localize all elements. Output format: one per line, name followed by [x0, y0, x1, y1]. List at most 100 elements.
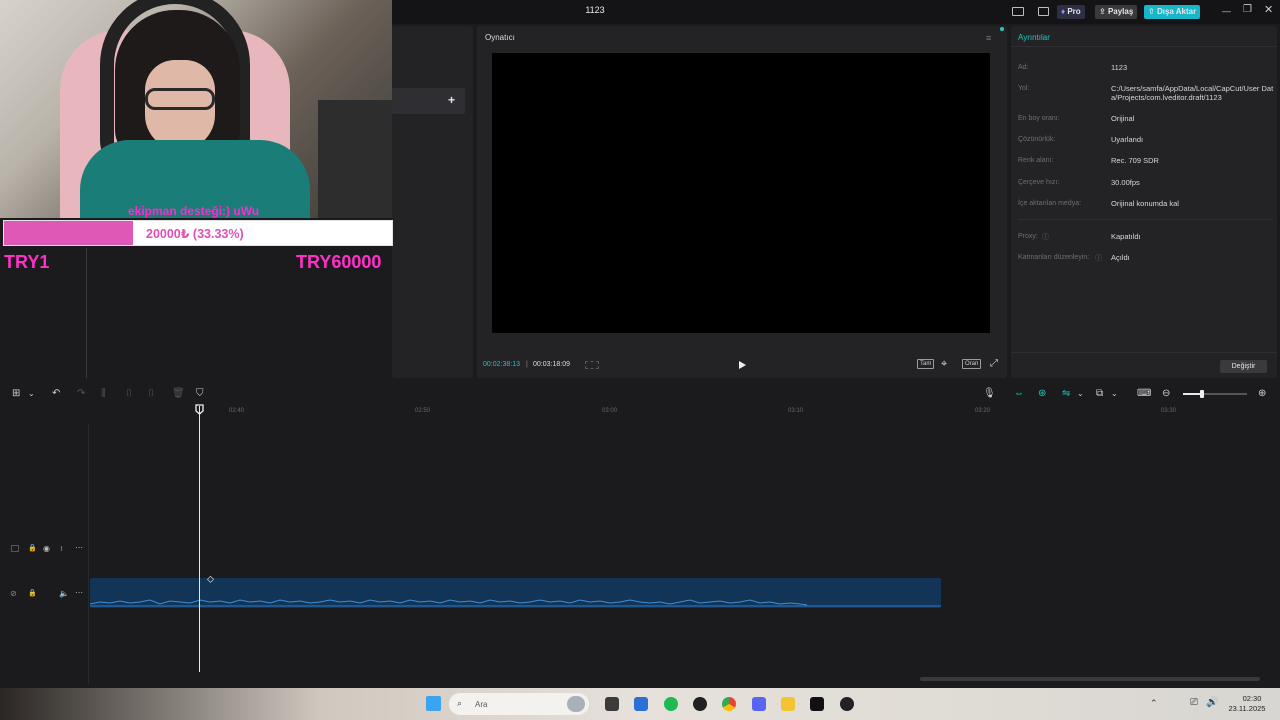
linkage-icon[interactable]: ⇋: [1062, 388, 1070, 399]
speaker-icon[interactable]: 🔈: [59, 589, 69, 598]
export-button[interactable]: ⇧ Dışa Aktar: [1144, 5, 1201, 19]
task-view-icon[interactable]: [605, 697, 619, 711]
layout-grid-icon[interactable]: ⊞: [12, 388, 20, 399]
ruler-tick: 03:00: [602, 408, 618, 414]
donation-goal-text: 20000₺ (33.33%): [146, 227, 244, 241]
detail-value-colorspace: Rec. 709 SDR: [1111, 156, 1159, 165]
zoom-out-icon[interactable]: ⊖: [1162, 388, 1170, 399]
zoom-slider-handle[interactable]: [1200, 390, 1204, 398]
timeline-scrollbar[interactable]: [920, 677, 1260, 681]
focus-icon[interactable]: ⌖: [941, 358, 947, 371]
split-left-icon: ⌷: [126, 388, 132, 399]
detail-label-name: Ad:: [1018, 64, 1029, 71]
shortcut-icon[interactable]: [1038, 7, 1049, 16]
layout-icon[interactable]: [1012, 7, 1024, 16]
lock-icon[interactable]: 🔒: [28, 544, 37, 552]
status-dot-icon: [1000, 27, 1004, 31]
audio-wave-icon[interactable]: ≀: [60, 544, 63, 553]
auto-snap-icon[interactable]: ⊛: [1038, 388, 1046, 399]
maximize-icon[interactable]: ❐: [1243, 4, 1252, 15]
preview-axis-icon[interactable]: ⧉: [1096, 388, 1103, 399]
detail-value-layers[interactable]: Açıldı: [1111, 253, 1276, 262]
detail-label-proxy: Proxy:: [1018, 233, 1038, 240]
redo-icon: ↷: [77, 388, 86, 399]
lock-icon[interactable]: 🔒: [28, 589, 37, 597]
audio-waveform: [89, 599, 941, 607]
chevron-down-icon[interactable]: ⌄: [1111, 389, 1118, 398]
close-icon[interactable]: ✕: [1264, 3, 1273, 16]
pro-button[interactable]: ♦ Pro: [1057, 5, 1085, 19]
current-timecode: 00:02:38:13: [483, 361, 520, 368]
media-player-icon[interactable]: [840, 697, 854, 711]
more-icon[interactable]: ⋯: [75, 543, 83, 552]
info-icon[interactable]: ⓘ: [1095, 253, 1102, 263]
media-panel: [392, 26, 473, 378]
caption-icon[interactable]: ⌨: [1137, 388, 1151, 399]
spotify-icon[interactable]: [664, 697, 678, 711]
discord-icon[interactable]: [752, 697, 766, 711]
ratio-button[interactable]: Oran: [962, 359, 982, 369]
menu-icon[interactable]: ≡: [986, 33, 991, 43]
detail-label-aspect: En boy oranı:: [1018, 115, 1060, 122]
donation-goal-min: TRY1: [4, 252, 50, 272]
capcut-icon[interactable]: [810, 697, 824, 711]
chevron-down-icon[interactable]: ⌄: [28, 389, 35, 398]
video-preview[interactable]: [492, 53, 990, 333]
playhead[interactable]: [199, 406, 200, 672]
ruler-tick: 02:40: [229, 408, 245, 414]
cover-icon[interactable]: [11, 545, 19, 552]
more-icon[interactable]: ⋯: [75, 588, 83, 597]
grid-icon[interactable]: [585, 361, 599, 369]
glasses-shape: [145, 88, 215, 110]
plus-icon[interactable]: +: [448, 93, 455, 107]
detail-label-layers: Katmanları düzenleyin:: [1018, 254, 1090, 261]
play-icon[interactable]: [736, 359, 748, 371]
marker-icon[interactable]: ⛉: [196, 388, 204, 399]
detail-label-colorspace: Renk alanı:: [1018, 157, 1054, 164]
microphone-icon[interactable]: 🎙: [983, 388, 996, 399]
share-button[interactable]: ⇪ Paylaş: [1095, 5, 1138, 19]
volume-icon[interactable]: 🔊: [1206, 697, 1218, 708]
undo-icon[interactable]: ↶: [52, 388, 60, 399]
donation-goal-fill: [4, 221, 133, 245]
minimize-icon[interactable]: —: [1222, 6, 1231, 16]
detail-value-proxy[interactable]: Kapatıldı: [1111, 232, 1276, 241]
zoom-slider[interactable]: [1183, 393, 1247, 395]
cursor-move-icon: ⬦: [207, 574, 214, 585]
start-icon[interactable]: [426, 696, 441, 711]
export-icon: ⇧: [1148, 7, 1155, 16]
window-title: 1123: [585, 5, 605, 15]
timecode-separator: |: [526, 361, 528, 368]
donation-goal-max: TRY60000: [296, 252, 382, 272]
app-icon[interactable]: [693, 697, 707, 711]
detail-value-name: 1123: [1111, 63, 1128, 72]
network-icon[interactable]: ⎚: [1190, 697, 1198, 708]
fullscreen-quality-button[interactable]: Tam: [917, 359, 935, 369]
change-button[interactable]: Değiştir: [1220, 360, 1267, 373]
share-icon: ⇪: [1099, 7, 1106, 16]
playhead-handle[interactable]: [195, 404, 204, 415]
expand-icon[interactable]: ⤢: [990, 358, 998, 369]
ruler-tick: 03:30: [1161, 408, 1177, 414]
zoom-in-icon[interactable]: ⊕: [1258, 388, 1266, 399]
eye-icon[interactable]: ◉: [43, 544, 50, 553]
details-section-divider: [1018, 219, 1273, 220]
taskbar-time[interactable]: 02:30: [1232, 694, 1272, 703]
detail-value-path: C:/Users/samfa/AppData/Local/CapCut/User…: [1111, 84, 1274, 102]
overlay-divider: [86, 248, 87, 378]
audio-clip[interactable]: [89, 578, 941, 608]
chevron-down-icon[interactable]: ⌄: [1077, 389, 1084, 398]
chevron-up-icon[interactable]: ⌃: [1150, 698, 1158, 709]
detail-label-path: Yol:: [1018, 85, 1030, 92]
taskbar-date[interactable]: 23.11.2025: [1222, 704, 1272, 713]
timeline-ruler[interactable]: [90, 404, 1280, 418]
timeline-tracks[interactable]: [0, 418, 1280, 683]
chrome-icon[interactable]: [722, 697, 736, 711]
details-tab[interactable]: Ayrıntılar: [1018, 33, 1050, 42]
main-track-magnet-icon[interactable]: ⇔: [1014, 388, 1024, 399]
file-explorer-icon[interactable]: [781, 697, 795, 711]
detail-value-resolution: Uyarlandı: [1111, 135, 1144, 144]
store-icon[interactable]: [634, 697, 648, 711]
player-title: Oynatıcı: [485, 33, 515, 42]
info-icon[interactable]: ⓘ: [1042, 232, 1049, 242]
